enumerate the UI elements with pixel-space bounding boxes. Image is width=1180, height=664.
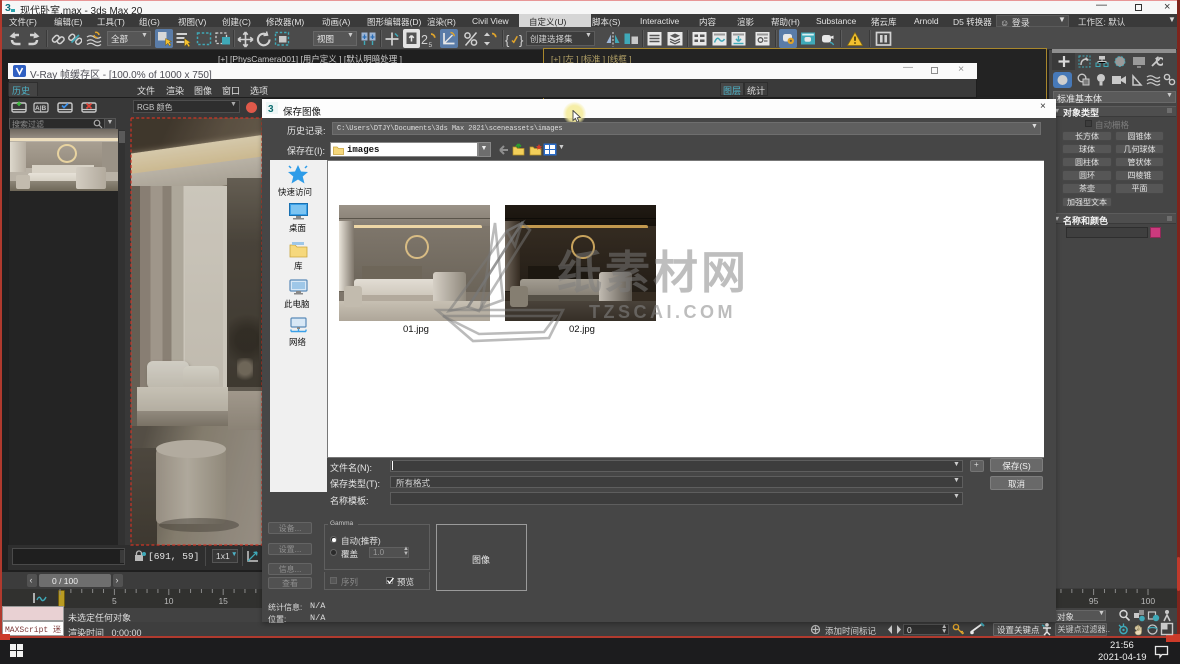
svg-text:15: 15 [218, 596, 228, 606]
svg-text:A|B: A|B [35, 105, 47, 112]
svg-text:5: 5 [429, 42, 433, 48]
svg-text:}: } [519, 33, 524, 48]
svg-text:10: 10 [164, 596, 174, 606]
svg-text:{: { [505, 33, 510, 48]
svg-text:3: 3 [268, 104, 274, 114]
svg-text:5: 5 [112, 596, 117, 606]
svg-text:95: 95 [1089, 596, 1099, 606]
svg-text:100: 100 [1141, 596, 1155, 606]
svg-text:2: 2 [421, 33, 428, 47]
